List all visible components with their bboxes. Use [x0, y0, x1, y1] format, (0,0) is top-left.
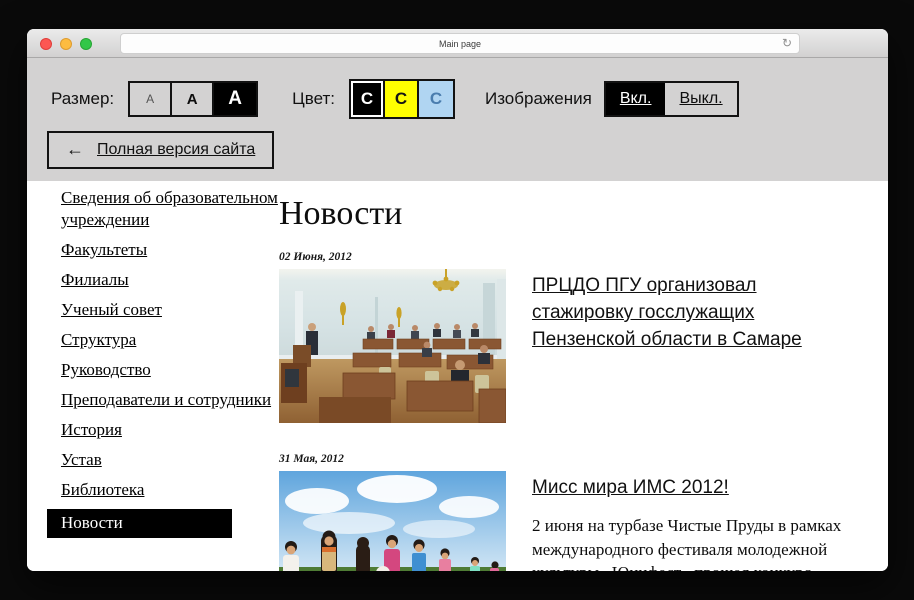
sidebar-item-novosti-active[interactable]: Новости [47, 509, 232, 538]
color-black-button[interactable]: C [351, 81, 385, 117]
article-title-link[interactable]: ПРЦДО ПГУ организовал стажировку госслуж… [532, 275, 802, 350]
full-site-version-label: Полная версия сайта [97, 141, 255, 159]
sidebar-item-istoriya[interactable]: История [61, 419, 279, 441]
minimize-button[interactable] [60, 38, 72, 50]
article-date: 02 Июня, 2012 [279, 251, 860, 263]
news-main: Новости 02 Июня, 2012 [279, 181, 888, 571]
sidebar-item-struktura[interactable]: Структура [61, 329, 279, 351]
sidebar-item-ucheny-sovet[interactable]: Ученый совет [61, 299, 279, 321]
font-size-small-button[interactable]: A [130, 83, 172, 115]
reload-icon[interactable]: ↻ [782, 36, 792, 50]
browser-window: Main page ↻ Размер: A A A Цвет: C C C Из… [27, 29, 888, 571]
article-photo-outdoor-festival[interactable] [279, 471, 506, 571]
article-photo-meeting-room[interactable] [279, 269, 506, 423]
news-article: 02 Июня, 2012 [279, 251, 860, 423]
color-scheme-group: C C C [349, 79, 455, 119]
toolbar-controls-row: Размер: A A A Цвет: C C C Изображения Вк… [51, 79, 739, 119]
color-scheme-label: Цвет: [292, 89, 335, 109]
images-off-button[interactable]: Выкл. [665, 83, 736, 115]
sidebar-item-ustav[interactable]: Устав [61, 449, 279, 471]
images-on-button[interactable]: Вкл. [606, 83, 666, 115]
news-heading: Новости [279, 195, 860, 233]
color-yellow-button[interactable]: C [385, 81, 419, 117]
sidebar-item-prepodavateli[interactable]: Преподаватели и сотрудники [61, 389, 279, 411]
sidebar-nav: Сведения об образовательном учреждении Ф… [27, 181, 279, 571]
sidebar-item-rukovodstvo[interactable]: Руководство [61, 359, 279, 381]
article-title-link[interactable]: Мисс мира ИМС 2012! [532, 477, 729, 498]
browser-titlebar: Main page ↻ [27, 29, 888, 58]
font-size-label: Размер: [51, 89, 114, 109]
close-button[interactable] [40, 38, 52, 50]
address-bar[interactable]: Main page ↻ [120, 33, 800, 54]
zoom-button[interactable] [80, 38, 92, 50]
color-blue-button[interactable]: C [419, 81, 453, 117]
sidebar-item-filialy[interactable]: Филиалы [61, 269, 279, 291]
back-arrow-icon: ← [66, 139, 84, 160]
font-size-large-button[interactable]: A [214, 83, 256, 115]
sidebar-item-svedeniya[interactable]: Сведения об образовательном учреждении [61, 187, 279, 231]
window-controls [40, 38, 92, 50]
article-body-text: 2 июня на турбазе Чистые Пруды в рамках … [532, 514, 859, 571]
full-site-version-button[interactable]: ← Полная версия сайта [47, 131, 274, 169]
news-article: 31 Мая, 2012 [279, 453, 860, 571]
images-toggle-group: Вкл. Выкл. [604, 81, 739, 117]
page-content: Сведения об образовательном учреждении Ф… [27, 181, 888, 571]
sidebar-item-fakultety[interactable]: Факультеты [61, 239, 279, 261]
images-toggle-label: Изображения [485, 89, 592, 109]
article-date: 31 Мая, 2012 [279, 453, 860, 465]
sidebar-item-biblioteka[interactable]: Библиотека [61, 479, 279, 501]
accessibility-toolbar: Размер: A A A Цвет: C C C Изображения Вк… [27, 58, 888, 181]
font-size-group: A A A [128, 81, 258, 117]
page-title: Main page [439, 39, 481, 49]
font-size-medium-button[interactable]: A [172, 83, 214, 115]
